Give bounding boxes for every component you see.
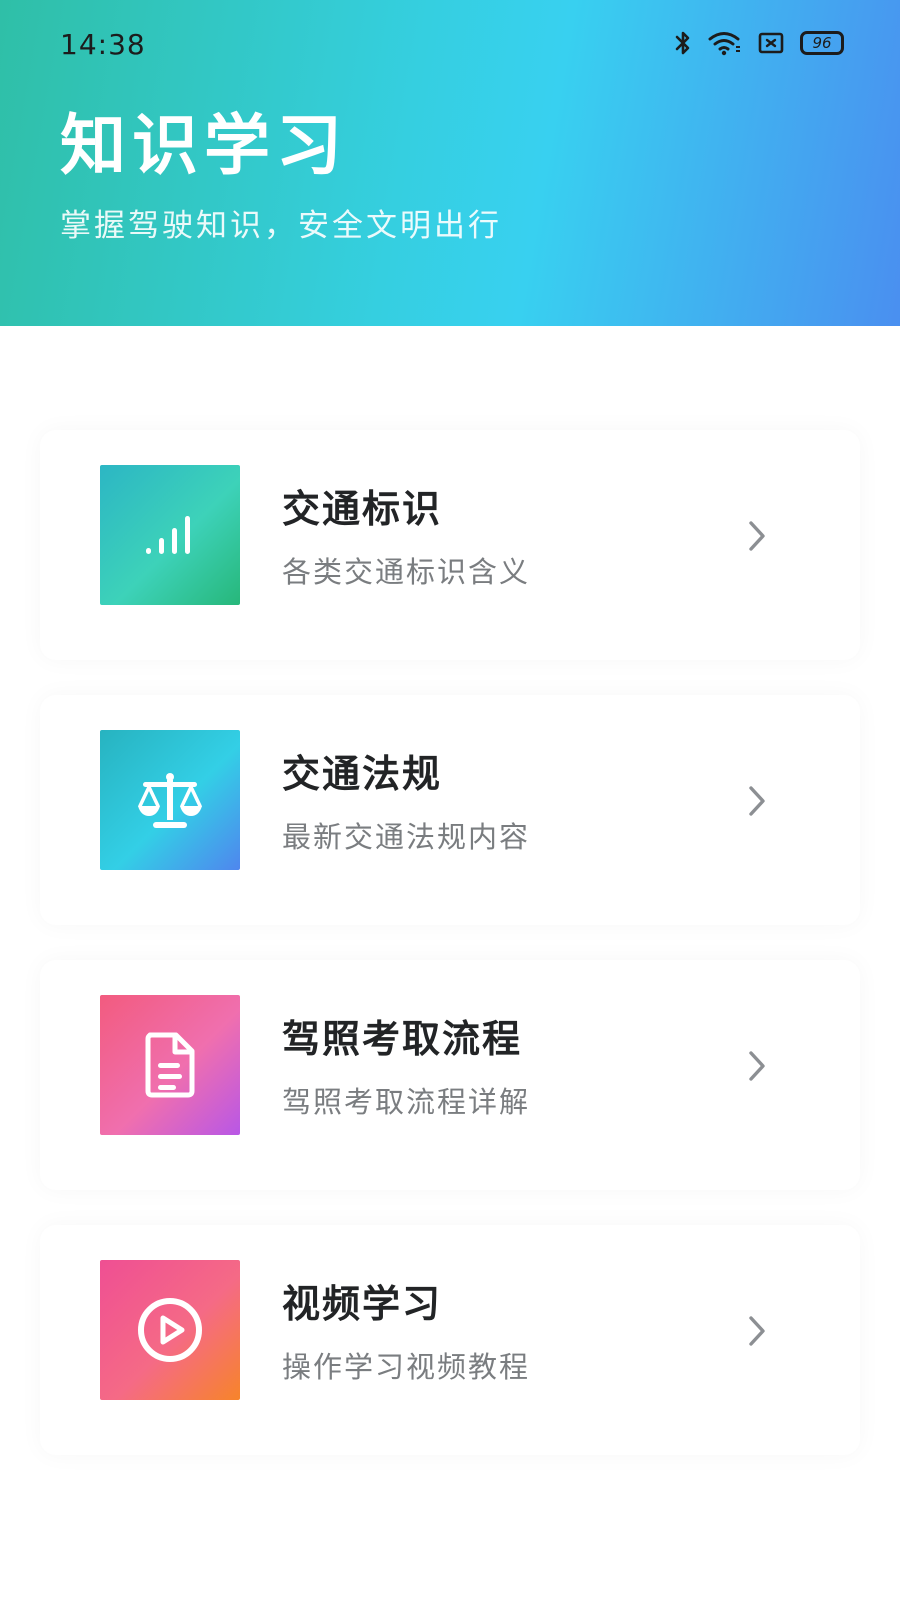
sim-off-icon bbox=[758, 31, 784, 55]
status-time: 14:38 bbox=[60, 28, 146, 61]
item-text: 驾照考取流程 驾照考取流程详解 bbox=[282, 1008, 530, 1121]
item-title: 视频学习 bbox=[282, 1282, 443, 1326]
traffic-signs-tile bbox=[100, 465, 240, 605]
scale-icon bbox=[138, 773, 202, 828]
list-item-traffic-signs[interactable]: 交通标识 各类交通标识含义 bbox=[40, 430, 860, 660]
chevron-right-icon bbox=[749, 1316, 765, 1346]
chevron-right-icon bbox=[749, 1051, 765, 1081]
item-description: 驾照考取流程详解 bbox=[282, 1085, 531, 1119]
list-item-video-learning[interactable]: 视频学习 操作学习视频教程 bbox=[40, 1225, 860, 1455]
battery-icon: 96 bbox=[800, 31, 844, 55]
chevron-right-icon bbox=[749, 521, 765, 551]
list-item-traffic-laws[interactable]: 交通法规 最新交通法规内容 bbox=[40, 695, 860, 925]
header-banner: 14:38 96 知识学习 掌握驾驶知识，安全文明出行 bbox=[0, 0, 900, 326]
item-title: 驾照考取流程 bbox=[282, 1017, 523, 1061]
item-title: 交通法规 bbox=[282, 752, 443, 796]
chevron-right-icon bbox=[749, 786, 765, 816]
list-item-license-process[interactable]: 驾照考取流程 驾照考取流程详解 bbox=[40, 960, 860, 1190]
bluetooth-icon bbox=[674, 30, 692, 56]
item-text: 视频学习 操作学习视频教程 bbox=[282, 1273, 530, 1386]
status-icons: 96 bbox=[674, 30, 844, 56]
page-subtitle: 掌握驾驶知识，安全文明出行 bbox=[60, 208, 502, 244]
wifi-icon bbox=[708, 30, 742, 56]
document-icon bbox=[145, 1032, 195, 1098]
signal-bars-icon bbox=[146, 516, 190, 554]
page-title: 知识学习 bbox=[60, 107, 348, 184]
item-description: 各类交通标识含义 bbox=[282, 555, 531, 589]
item-text: 交通标识 各类交通标识含义 bbox=[282, 478, 530, 591]
video-learning-tile bbox=[100, 1260, 240, 1400]
play-icon bbox=[138, 1298, 202, 1362]
license-process-tile bbox=[100, 995, 240, 1135]
status-bar: 14:38 96 bbox=[0, 0, 900, 90]
traffic-laws-tile bbox=[100, 730, 240, 870]
item-text: 交通法规 最新交通法规内容 bbox=[282, 743, 530, 856]
item-description: 最新交通法规内容 bbox=[282, 820, 531, 854]
item-description: 操作学习视频教程 bbox=[282, 1350, 531, 1384]
item-title: 交通标识 bbox=[282, 487, 443, 531]
